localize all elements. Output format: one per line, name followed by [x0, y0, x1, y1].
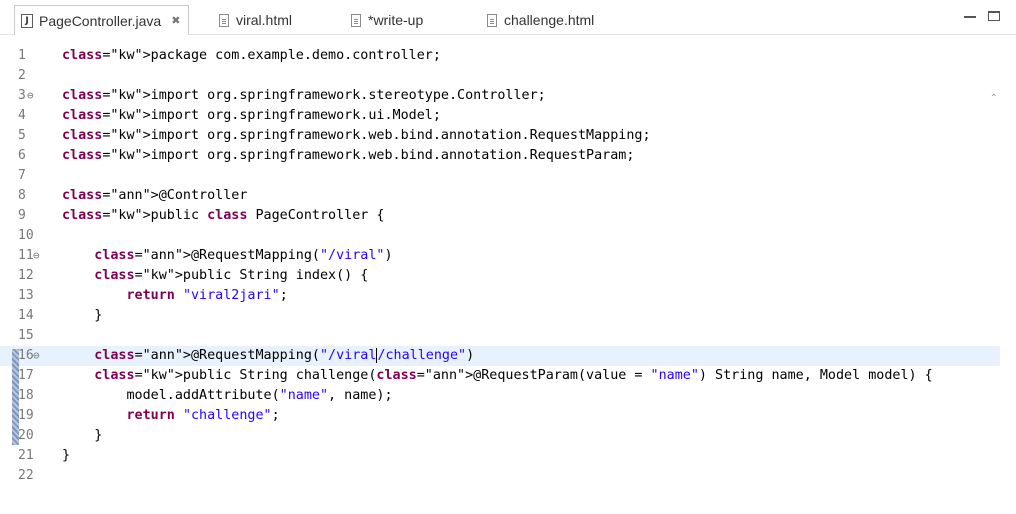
line-number: 7 [18, 168, 26, 183]
line-number: 17 [18, 368, 34, 383]
text-file-icon [351, 13, 361, 27]
code-text: class="kw">import org.springframework.ui… [62, 108, 441, 123]
line-number: 15 [18, 328, 34, 343]
line-number: 5 [18, 128, 26, 143]
fold-toggle-icon[interactable]: ⊖ [27, 86, 34, 106]
tab-label: viral.html [236, 12, 293, 28]
code-line[interactable]: 11 ⊖ class="ann">@RequestMapping("/viral"… [0, 246, 1000, 266]
tab-pagecontroller-java[interactable]: J PageController.java ✖ [14, 5, 190, 35]
line-number: 11 [18, 248, 34, 263]
line-number: 22 [18, 468, 34, 483]
line-number: 13 [18, 288, 34, 303]
code-text: class="kw">public class PageController { [62, 208, 385, 223]
code-text: return "challenge"; [126, 408, 280, 423]
code-text: class="kw">public String index() { [94, 268, 369, 283]
tab-label: challenge.html [504, 12, 595, 28]
line-number: 2 [18, 68, 26, 83]
change-marker [12, 349, 19, 445]
code-line[interactable]: 15 [0, 326, 1000, 346]
code-line[interactable]: 3 ⊖ class="kw">import org.springframework.… [0, 86, 1000, 106]
code-line[interactable]: 14 } [0, 306, 1000, 326]
line-number: 21 [18, 448, 34, 463]
code-editor[interactable]: ⌃ 1 class="kw">package com.example.demo.c… [0, 35, 1016, 514]
code-text: } [62, 448, 71, 463]
code-line[interactable]: 8 class="ann">@Controller [0, 186, 1000, 206]
html-file-icon [487, 13, 497, 27]
line-number: 14 [18, 308, 34, 323]
code-text: model.addAttribute("name", name); [62, 388, 393, 403]
maximize-icon[interactable] [988, 11, 1000, 21]
code-text: return "viral2jari"; [126, 288, 288, 303]
code-line[interactable]: 21} [0, 446, 1000, 466]
html-file-icon [219, 13, 229, 27]
code-line[interactable]: 10 [0, 226, 1000, 246]
code-line[interactable]: 1 class="kw">package com.example.demo.con… [0, 46, 1000, 66]
line-number: 10 [18, 228, 34, 243]
line-number: 19 [18, 408, 34, 423]
code-line[interactable]: 4 class="kw">import org.springframework.u… [0, 106, 1000, 126]
code-text: class="ann">@RequestMapping("/viral/chal… [94, 348, 475, 363]
tab-label: *write-up [368, 12, 424, 28]
code-text: class="ann">@Controller [62, 188, 248, 203]
line-number: 18 [18, 388, 34, 403]
code-line[interactable]: 5 class="kw">import org.springframework.w… [0, 126, 1000, 146]
code-line[interactable]: 9 class="kw">public class PageController … [0, 206, 1000, 226]
code-line[interactable]: 13 return "viral2jari"; [0, 286, 1000, 306]
tab-write-up[interactable]: *write-up [351, 8, 423, 32]
code-lines: 1 class="kw">package com.example.demo.con… [0, 46, 1000, 486]
minimize-icon[interactable] [964, 12, 976, 18]
code-text: class="kw">public String challenge(class… [94, 368, 933, 383]
line-number: 8 [18, 188, 26, 203]
line-number: 9 [18, 208, 26, 223]
code-line[interactable]: 22 [0, 466, 1000, 486]
tab-viral-html[interactable]: viral.html [219, 8, 292, 32]
code-text: class="kw">import org.springframework.st… [62, 88, 546, 103]
tab-label: PageController.java [39, 12, 162, 29]
editor-tab-bar: J PageController.java ✖ viral.html *writ… [0, 0, 1016, 35]
code-text: class="ann">@RequestMapping("/viral") [94, 248, 393, 263]
code-text: class="kw">import org.springframework.we… [62, 148, 635, 163]
tab-challenge-html[interactable]: challenge.html [487, 8, 594, 32]
code-line[interactable]: 18 model.addAttribute("name", name); [0, 386, 1000, 406]
line-number: 12 [18, 268, 34, 283]
code-text: class="kw">import org.springframework.we… [62, 128, 651, 143]
line-number: 16 [18, 348, 34, 363]
close-tab-icon[interactable]: ✖ [171, 14, 180, 27]
code-line[interactable]: 12 class="kw">public String index() { [0, 266, 1000, 286]
code-line[interactable]: 19 return "challenge"; [0, 406, 1000, 426]
code-line[interactable]: 6 class="kw">import org.springframework.w… [0, 146, 1000, 166]
line-number: 1 [18, 48, 26, 63]
code-text: } [62, 308, 103, 323]
code-line[interactable]: 17 class="kw">public String challenge(cl… [0, 366, 1000, 386]
java-file-icon: J [21, 13, 33, 28]
code-text: } [62, 428, 103, 443]
line-number: 6 [18, 148, 26, 163]
line-number: 4 [18, 108, 26, 123]
code-line[interactable]: 20 } [0, 426, 1000, 446]
code-line[interactable]: 2 [0, 66, 1000, 86]
code-line[interactable]: 7 [0, 166, 1000, 186]
code-text: class="kw">package com.example.demo.cont… [62, 48, 441, 63]
fold-toggle-icon[interactable]: ⊖ [33, 246, 40, 266]
line-number: 20 [18, 428, 34, 443]
fold-toggle-icon[interactable]: ⊖ [33, 346, 40, 366]
code-line[interactable]: 16 ⊖ class="ann">@RequestMapping("/viral/… [0, 346, 1000, 366]
